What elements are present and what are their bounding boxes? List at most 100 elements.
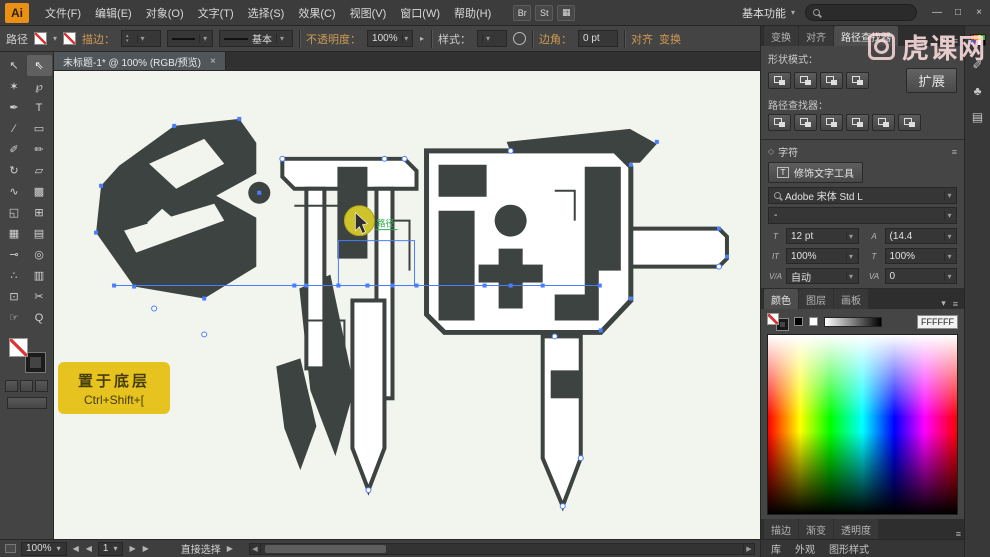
unite-button[interactable]	[768, 72, 791, 89]
horizontal-scrollbar[interactable]: ◀ ▶	[248, 542, 755, 555]
mini-fill-swatch[interactable]	[767, 313, 779, 325]
shape-builder-tool[interactable]: ◱	[2, 202, 27, 223]
merge-button[interactable]	[820, 114, 843, 131]
menu-文件(F)[interactable]: 文件(F)	[38, 3, 88, 23]
paintbrush-tool[interactable]: ✐	[2, 139, 27, 160]
minus-front-button[interactable]	[794, 72, 817, 89]
opacity-link[interactable]: 不透明度：	[306, 31, 361, 47]
font-family-select[interactable]: Adobe 宋体 Std L ▾	[768, 187, 957, 204]
exclude-button[interactable]	[846, 72, 869, 89]
artboard-select[interactable]: 1 ▾	[97, 541, 124, 556]
menu-视图(V)[interactable]: 视图(V)	[343, 3, 394, 23]
divide-button[interactable]	[768, 114, 791, 131]
menu-选择(S)[interactable]: 选择(S)	[241, 3, 292, 23]
stepper-icon[interactable]: ▴ ▾	[126, 33, 129, 44]
stroke-weight-input[interactable]: ▴ ▾ ▾	[121, 30, 162, 47]
tab-库[interactable]: 库	[771, 541, 781, 556]
tab-渐变[interactable]: 渐变	[799, 519, 833, 539]
font-size-input[interactable]: 12 pt ▾	[786, 228, 859, 244]
chevron-down-icon[interactable]: ▾	[199, 34, 210, 43]
fill-swatch[interactable]	[34, 32, 47, 45]
scroll-right-icon[interactable]: ▶	[743, 543, 754, 554]
zoom-tool[interactable]: Q	[27, 307, 52, 328]
panel-menu-icon[interactable]: ≡	[952, 147, 957, 157]
chevron-down-icon[interactable]: ▾	[845, 251, 856, 261]
chevron-down-icon[interactable]: ▾	[845, 271, 856, 281]
pen-tool[interactable]: ✒	[2, 97, 27, 118]
expand-status-icon[interactable]: ▶	[226, 544, 234, 553]
stroke-swatch[interactable]	[63, 32, 77, 45]
recolor-artwork-icon[interactable]	[513, 32, 527, 45]
stock-button[interactable]: St	[535, 4, 554, 21]
panel-menu-icon[interactable]: ≡	[950, 299, 961, 309]
bridge-button[interactable]: Br	[513, 4, 532, 21]
scroll-left-icon[interactable]: ◀	[250, 543, 261, 554]
kerning-input[interactable]: 自动 ▾	[786, 268, 859, 284]
draw-inside-button[interactable]	[35, 380, 48, 392]
fill-color-swatch[interactable]	[8, 338, 28, 357]
next-artboard-icon[interactable]: ▶	[128, 544, 136, 553]
panel-menu-icon[interactable]: ≡	[950, 36, 961, 46]
intersect-button[interactable]	[820, 72, 843, 89]
tab-变换[interactable]: 变换	[764, 26, 798, 46]
line-segment-tool[interactable]: ∕	[2, 118, 27, 139]
font-style-select[interactable]: - ▾	[768, 207, 957, 224]
tab-图形样式[interactable]: 图形样式	[829, 541, 869, 556]
width-tool[interactable]: ∿	[2, 181, 27, 202]
white-chip[interactable]	[809, 317, 818, 326]
panel-collapse-icon[interactable]: ◇	[768, 147, 774, 156]
minimize-button[interactable]: —	[931, 7, 943, 18]
gradient-tool[interactable]: ▤	[27, 223, 52, 244]
chevron-down-icon[interactable]: ▾	[938, 35, 949, 46]
vertical-scale-input[interactable]: 100% ▾	[786, 248, 859, 264]
prev-artboard-icon[interactable]: ◀	[85, 544, 93, 553]
chevron-down-icon[interactable]: ▾	[276, 34, 287, 43]
menu-帮助(H)[interactable]: 帮助(H)	[447, 3, 498, 23]
corner-link[interactable]: 边角：	[539, 31, 572, 47]
tab-透明度[interactable]: 透明度	[834, 519, 878, 539]
workspace-switcher[interactable]: 基本功能 ▾	[742, 5, 795, 21]
chevron-down-icon[interactable]: ▾	[944, 271, 954, 281]
fill-stroke-indicator[interactable]	[8, 338, 46, 373]
brush-definition-dropdown[interactable]: 基本 ▾	[219, 30, 294, 47]
expand-button[interactable]: 扩展	[906, 68, 957, 93]
color-spectrum[interactable]	[767, 334, 958, 515]
eyedropper-tool[interactable]: ⊸	[2, 244, 27, 265]
corner-input[interactable]: 0 pt	[578, 30, 619, 47]
chevron-down-icon[interactable]: ▾	[944, 251, 954, 261]
menu-编辑(E)[interactable]: 编辑(E)	[88, 3, 139, 23]
document-tab[interactable]: 未标题-1* @ 100% (RGB/预览) ×	[54, 52, 226, 70]
perspective-grid-tool[interactable]: ⊞	[27, 202, 52, 223]
hex-value[interactable]: FFFFFF	[917, 314, 958, 329]
free-transform-tool[interactable]: ▩	[27, 181, 52, 202]
search-input[interactable]	[805, 4, 917, 21]
panel-menu-icon[interactable]: ≡	[956, 529, 961, 539]
pencil-tool[interactable]: ✏	[27, 139, 52, 160]
tracking-input[interactable]: 0 ▾	[884, 268, 957, 284]
stroke-color-swatch[interactable]	[24, 352, 46, 373]
artboard-tool[interactable]: ⊡	[2, 286, 27, 307]
status-mini-icon[interactable]	[5, 544, 16, 553]
draw-normal-button[interactable]	[5, 380, 18, 392]
scale-tool[interactable]: ▱	[27, 160, 52, 181]
brushes-icon[interactable]: ✐	[972, 58, 982, 72]
tab-描边[interactable]: 描边	[764, 519, 798, 539]
lasso-tool[interactable]: ℘	[27, 76, 52, 97]
last-artboard-icon[interactable]: ▶	[142, 544, 150, 553]
touch-type-tool-button[interactable]: T 修饰文字工具	[768, 162, 863, 183]
stroke-link[interactable]: 描边：	[82, 31, 115, 47]
restore-button[interactable]: □	[952, 7, 964, 18]
mini-fill-stroke[interactable]	[767, 313, 789, 331]
rotate-tool[interactable]: ↻	[2, 160, 27, 181]
transform-link[interactable]: 变换	[659, 31, 681, 47]
width-profile-dropdown[interactable]: ▾	[167, 30, 214, 47]
slice-tool[interactable]: ✂	[27, 286, 52, 307]
mesh-tool[interactable]: ▦	[2, 223, 27, 244]
scrollbar-thumb[interactable]	[265, 544, 387, 553]
tab-路径查找器[interactable]: 路径查找器	[834, 26, 898, 46]
horizontal-scale-input[interactable]: 100% ▾	[884, 248, 957, 264]
chevron-down-icon[interactable]: ▾	[938, 298, 949, 309]
first-artboard-icon[interactable]: ◀	[72, 544, 80, 553]
chevron-down-icon[interactable]: ▾	[136, 34, 148, 43]
tab-颜色[interactable]: 颜色	[764, 289, 798, 309]
